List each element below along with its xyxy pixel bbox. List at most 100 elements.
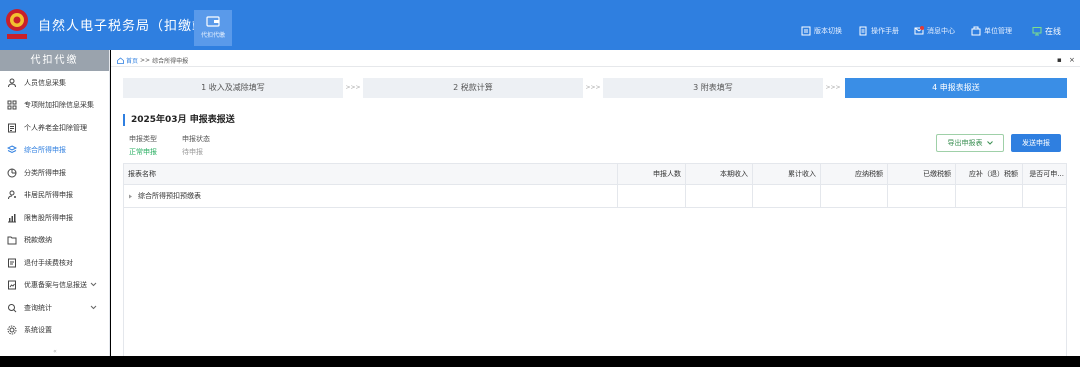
col-tax-paid: 已缴税额 — [887, 164, 955, 185]
declare-status-label: 申报状态 — [182, 135, 210, 143]
table-cell — [1022, 185, 1066, 208]
report-name: 综合所得预扣预缴表 — [138, 192, 201, 200]
sidebar-item-label: 系统设置 — [24, 326, 52, 334]
declare-status-value: 待申报 — [182, 148, 203, 156]
export-report-button[interactable]: 导出申报表 — [936, 134, 1004, 152]
window-dot-icon[interactable]: ▪ — [1057, 56, 1062, 64]
breadcrumb: 首页 >> 综合所得申报 — [117, 55, 188, 65]
declare-type-label: 申报类型 — [129, 135, 157, 143]
step-tax-calculation[interactable]: 2 税款计算 — [363, 78, 583, 98]
table-header: 报表名称 申报人数 本期收入 累计收入 应纳税额 已缴税额 应补（退）税额 是否… — [124, 164, 1066, 185]
export-button-label: 导出申报表 — [947, 139, 983, 147]
header-action-messages[interactable]: 消息中心 — [914, 24, 955, 38]
app-title: 自然人电子税务局（扣缴端） — [38, 19, 221, 34]
folder-icon — [7, 236, 17, 245]
sidebar-item-refund-fee[interactable]: 退付手续费核对 — [0, 252, 110, 274]
header-action-version[interactable]: 版本切换 — [801, 24, 842, 38]
step-report-submission[interactable]: 4 申报表报送 — [845, 78, 1067, 98]
report-icon — [8, 280, 16, 290]
sidebar-item-label: 人员信息采集 — [24, 79, 66, 87]
sidebar-item-label: 分类所得申报 — [24, 169, 66, 177]
col-can-declare: 是否可申... — [1022, 164, 1066, 185]
breadcrumb-current: 综合所得申报 — [152, 57, 189, 65]
wallet-icon — [206, 16, 220, 27]
sidebar-item-label: 优惠备案与信息报送 — [24, 281, 87, 289]
header-action-label: 版本切换 — [814, 27, 842, 35]
module-tile-withholding[interactable]: 代扣代缴 — [194, 10, 232, 46]
sidebar-item-label: 限售股所得申报 — [24, 214, 73, 222]
breadcrumb-home[interactable]: 首页 — [126, 56, 138, 65]
chevron-down-icon[interactable] — [90, 281, 97, 288]
sidebar-item-label: 查询统计 — [24, 304, 52, 312]
gear-icon — [7, 325, 17, 335]
send-declaration-button[interactable]: 发送申报 — [1011, 134, 1061, 152]
message-icon — [914, 26, 924, 35]
sidebar-item-pension[interactable]: 个人养老金扣除管理 — [0, 117, 110, 139]
col-tax-payable: 应纳税额 — [820, 164, 887, 185]
chevron-down-icon — [986, 141, 993, 145]
sidebar-item-settings[interactable]: 系统设置 — [0, 319, 110, 341]
sidebar-item-query-stats[interactable]: 查询统计 — [0, 297, 110, 319]
chevron-down-icon[interactable] — [90, 304, 97, 311]
monitor-icon — [1032, 27, 1042, 36]
sidebar-item-restricted-shares[interactable]: 限售股所得申报 — [0, 207, 110, 229]
sidebar-item-classified-income[interactable]: 分类所得申报 — [0, 162, 110, 184]
table-row[interactable]: 综合所得预扣预缴表 — [124, 185, 1066, 208]
header-action-label: 操作手册 — [871, 27, 899, 35]
panel-title: 2025年03月 申报表报送 — [123, 114, 235, 126]
app-header: 自然人电子税务局（扣缴端） 代扣代缴 版本切换 操作手册 消息中心 单位管理 在… — [0, 0, 1080, 50]
report-table: 报表名称 申报人数 本期收入 累计收入 应纳税额 已缴税额 应补（退）税额 是否… — [123, 163, 1067, 356]
person-icon — [8, 78, 16, 88]
sidebar-item-personnel[interactable]: 人员信息采集 — [0, 72, 110, 94]
step-arrow: >>> — [585, 84, 601, 91]
step-arrow: >>> — [345, 84, 361, 91]
sidebar-item-comprehensive-income[interactable]: 综合所得申报 — [0, 139, 110, 161]
header-action-label: 单位管理 — [984, 27, 1012, 35]
collapse-sidebar-icon[interactable]: « — [50, 348, 60, 356]
table-cell — [752, 185, 820, 208]
sidebar-item-label: 税款缴纳 — [24, 236, 52, 244]
manual-icon — [859, 26, 867, 36]
sidebar-item-nonresident[interactable]: 非居民所得申报 — [0, 184, 110, 206]
col-current-income: 本期收入 — [685, 164, 752, 185]
header-action-manual[interactable]: 操作手册 — [858, 24, 899, 38]
step-schedule-filling[interactable]: 3 附表填写 — [603, 78, 823, 98]
breadcrumb-separator: >> — [140, 56, 151, 64]
version-switch-icon — [801, 26, 811, 36]
doc-icon — [8, 123, 16, 133]
user-outline-icon — [8, 190, 16, 200]
pie-icon — [7, 168, 17, 178]
header-action-org[interactable]: 单位管理 — [971, 24, 1012, 38]
table-cell — [887, 185, 955, 208]
online-status[interactable]: 在线 — [1032, 24, 1061, 38]
divider — [111, 66, 1080, 67]
table-cell — [955, 185, 1022, 208]
declare-type-value: 正常申报 — [129, 148, 157, 156]
sidebar-title: 代扣代缴 — [0, 50, 109, 71]
org-icon — [971, 26, 981, 36]
report-name-cell: 综合所得预扣预缴表 — [124, 185, 617, 208]
expand-arrow-icon[interactable] — [128, 194, 133, 199]
tax-emblem-icon — [6, 9, 28, 39]
module-label: 代扣代缴 — [200, 32, 225, 39]
sidebar: 代扣代缴 人员信息采集 专项附加扣除信息采集 个人养老金扣除管理 综合所得申报 … — [0, 50, 110, 356]
sidebar-item-special-deduction[interactable]: 专项附加扣除信息采集 — [0, 94, 110, 116]
chart-icon — [8, 214, 16, 223]
step-income-deduction[interactable]: 1 收入及减除填写 — [123, 78, 343, 98]
main-content: 首页 >> 综合所得申报 ▪ × 1 收入及减除填写 >>> 2 税款计算 >>… — [111, 50, 1080, 356]
step-arrow: >>> — [825, 84, 841, 91]
sidebar-item-label: 非居民所得申报 — [24, 191, 73, 199]
col-report-name: 报表名称 — [128, 170, 156, 178]
col-cumulative-income: 累计收入 — [752, 164, 820, 185]
grid-icon — [7, 100, 17, 110]
sidebar-item-label: 退付手续费核对 — [24, 259, 73, 267]
query-icon — [8, 304, 17, 313]
table-cell — [685, 185, 752, 208]
col-tax-due-refund: 应补（退）税额 — [955, 164, 1022, 185]
close-icon[interactable]: × — [1069, 56, 1075, 64]
sidebar-item-preferential-filing[interactable]: 优惠备案与信息报送 — [0, 274, 110, 296]
sidebar-item-tax-payment[interactable]: 税款缴纳 — [0, 229, 110, 251]
home-icon — [117, 56, 124, 64]
sidebar-item-label: 综合所得申报 — [24, 146, 66, 154]
sidebar-item-label: 专项附加扣除信息采集 — [24, 101, 94, 109]
